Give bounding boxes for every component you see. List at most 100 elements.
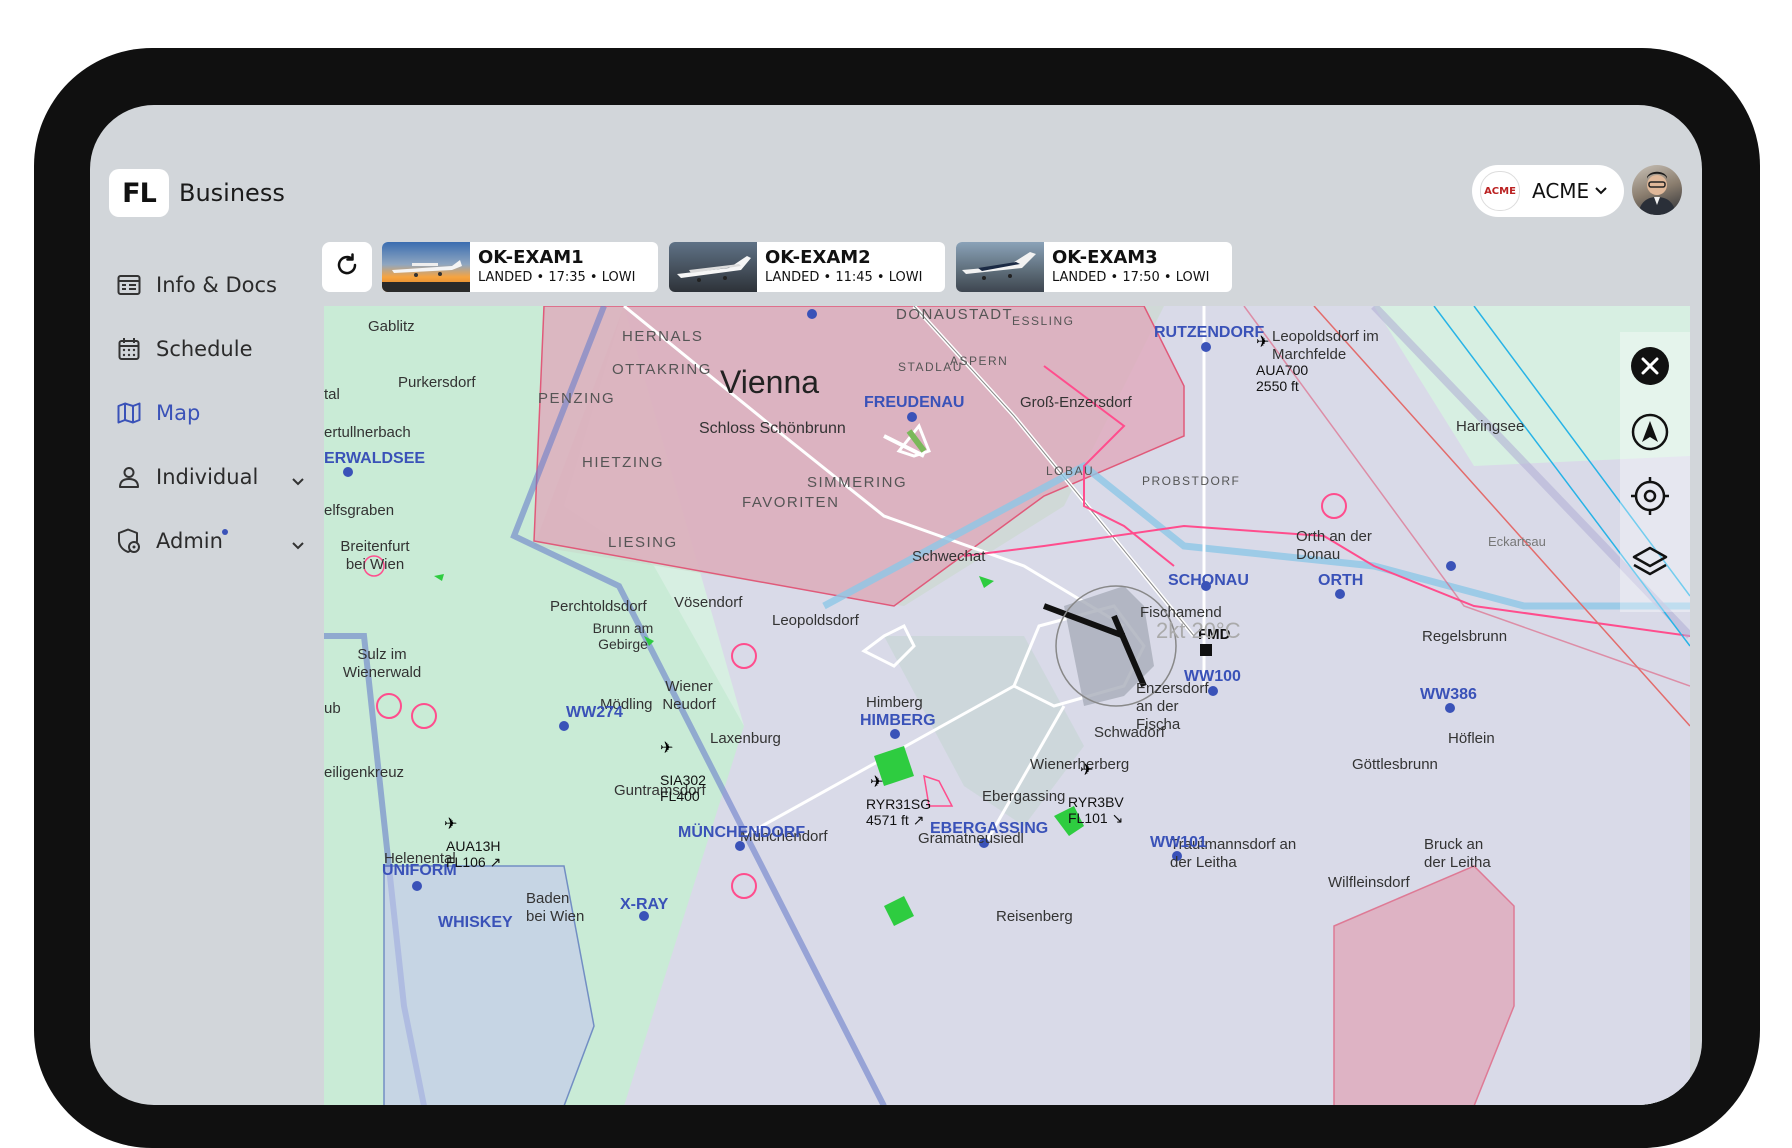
close-map-button[interactable] — [1630, 346, 1680, 396]
traffic-target[interactable]: ✈ AUA700 2550 ft — [1256, 332, 1308, 394]
place-label: Himberg — [866, 694, 923, 711]
place-label: Wiener Neudorf — [662, 678, 716, 713]
refresh-button[interactable] — [322, 242, 372, 292]
layers-button[interactable] — [1630, 542, 1680, 592]
aircraft-card[interactable]: OK-EXAM1 LANDED • 17:35 • LOWI — [382, 242, 658, 292]
reporting-point-label: X-RAY — [620, 896, 669, 913]
admin-icon — [116, 528, 142, 554]
traffic-callsign: AUA700 — [1256, 362, 1309, 378]
aircraft-photo — [956, 242, 1044, 292]
chevron-down-icon — [1595, 182, 1607, 200]
traffic-info: FL106 ↗ — [446, 854, 502, 870]
reporting-point-label: ORTH — [1318, 572, 1364, 589]
place-label: Leopoldsdorf — [772, 612, 859, 629]
reporting-point-label: EBERGASSING — [930, 820, 1049, 837]
chevron-down-icon[interactable] — [292, 467, 304, 491]
reporting-point-label: WW100 — [1184, 668, 1241, 685]
sidebar-item-label: Admin — [156, 529, 223, 553]
reporting-point-label: MÜNCHENDORF — [678, 824, 806, 841]
city-label: Vienna — [720, 364, 820, 400]
district-label: LOBAU — [1046, 464, 1095, 478]
place-label: ub — [324, 700, 341, 717]
sidebar-item-map[interactable]: Map — [116, 381, 296, 445]
navigation-mode-button[interactable] — [1630, 412, 1680, 462]
reporting-point-label: WW274 — [566, 704, 623, 721]
sidebar-item-admin[interactable]: Admin — [116, 509, 304, 573]
place-label: Schwechat — [912, 548, 986, 565]
reporting-point-label: WHISKEY — [438, 914, 513, 931]
traffic-info: FL400 — [660, 788, 700, 804]
place-label: Leopoldsdorf im Marchfelde — [1272, 328, 1379, 363]
reporting-point-label: WW386 — [1420, 686, 1477, 703]
place-label: Brunn am Gebirge — [592, 620, 654, 652]
account-switcher[interactable]: ACME ACME — [1472, 165, 1624, 217]
traffic-info: 2550 ft — [1256, 378, 1299, 394]
district-label: PROBSTDORF — [1142, 474, 1241, 488]
landmark-label: Schloss Schönbrunn — [699, 420, 846, 437]
reporting-point-label: WW101 — [1150, 834, 1207, 851]
place-label: Gablitz — [368, 318, 415, 335]
aircraft-card[interactable]: OK-EXAM2 LANDED • 11:45 • LOWI — [669, 242, 945, 292]
traffic-target[interactable]: ✈ RYR3BV FL101 ↘ — [1068, 760, 1124, 826]
traffic-callsign: SIA302 — [660, 772, 706, 788]
aircraft-status: LANDED • 17:50 • LOWI — [1052, 270, 1210, 285]
notification-dot — [222, 529, 228, 535]
traffic-info: FL101 ↘ — [1068, 810, 1124, 826]
place-label: tal — [324, 386, 340, 403]
sidebar-item-individual[interactable]: Individual — [116, 445, 304, 509]
place-label: Höflein — [1448, 730, 1495, 747]
aircraft-icon: ✈ — [870, 774, 884, 791]
traffic-target[interactable]: ✈ RYR31SG 4571 ft ↗ — [866, 772, 931, 828]
district-label: OTTAKRING — [612, 361, 712, 378]
aircraft-photo — [669, 242, 757, 292]
place-label: Orth an der Donau — [1296, 528, 1372, 563]
avatar[interactable] — [1632, 165, 1682, 215]
aircraft-registration: OK-EXAM1 — [478, 247, 584, 268]
account-badge: ACME — [1480, 171, 1520, 211]
app-screen: FL Business Info & Docs Schedule Map Ind… — [90, 105, 1702, 1105]
person-icon — [116, 464, 142, 490]
reporting-point-label: ERWALDSEE — [324, 450, 426, 467]
place-label: Regelsbrunn — [1422, 628, 1508, 645]
district-label: PENZING — [538, 390, 616, 407]
locate-button[interactable] — [1630, 476, 1680, 526]
aircraft-icon: ✈ — [1080, 762, 1094, 779]
place-label: Laxenburg — [710, 730, 781, 747]
aircraft-registration: OK-EXAM3 — [1052, 247, 1158, 268]
sidebar-item-schedule[interactable]: Schedule — [116, 317, 296, 381]
place-label: Baden bei Wien — [526, 890, 585, 925]
aircraft-status: LANDED • 11:45 • LOWI — [765, 270, 923, 285]
wind-readout: 2kt 20°C — [1156, 618, 1241, 643]
place-label: ertullnerbach — [324, 424, 411, 441]
aircraft-status: LANDED • 17:35 • LOWI — [478, 270, 636, 285]
district-label: FAVORITEN — [742, 494, 840, 511]
app-logo[interactable]: FL Business — [109, 169, 285, 217]
aircraft-photo — [382, 242, 470, 292]
district-label: DONAUSTADT — [896, 306, 1014, 323]
place-label: elfsgraben — [324, 502, 395, 519]
sidebar-item-label: Schedule — [156, 337, 253, 361]
traffic-target[interactable]: ✈ AUA13H FL106 ↗ — [444, 814, 501, 870]
map-icon — [116, 400, 142, 426]
sidebar-item-info-docs[interactable]: Info & Docs — [116, 253, 296, 317]
traffic-callsign: RYR31SG — [866, 796, 932, 812]
place-label: Groß-Enzersdorf — [1020, 394, 1132, 411]
traffic-target[interactable]: ✈ SIA302 FL400 — [660, 738, 706, 804]
district-label: LIESING — [608, 534, 678, 551]
place-label: Göttlesbrunn — [1352, 756, 1438, 773]
district-label: HERNALS — [622, 328, 704, 345]
aircraft-icon: ✈ — [1256, 334, 1270, 351]
place-label: Enzersdorf an der Fischa — [1136, 680, 1209, 733]
reporting-point-label: SCHONAU — [1168, 572, 1249, 589]
refresh-icon — [335, 252, 359, 282]
aeronautical-map[interactable]: Vienna HERNALS OTTAKRING PENZING HIETZIN… — [324, 306, 1690, 1105]
aircraft-registration: OK-EXAM2 — [765, 247, 871, 268]
chevron-down-icon[interactable] — [292, 531, 304, 555]
place-label: Ebergassing — [982, 788, 1066, 805]
place-label: Purkersdorf — [398, 374, 476, 391]
place-label: Reisenberg — [996, 908, 1073, 925]
sidebar-item-label: Map — [156, 401, 201, 425]
sidebar-item-label: Individual — [156, 465, 259, 489]
logo-text: Business — [179, 179, 285, 207]
aircraft-card[interactable]: OK-EXAM3 LANDED • 17:50 • LOWI — [956, 242, 1232, 292]
